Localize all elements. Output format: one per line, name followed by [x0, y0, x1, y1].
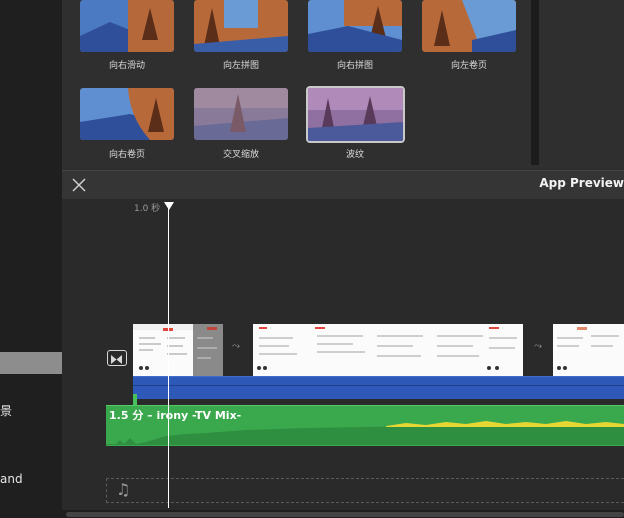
transition-thumb[interactable] [80, 0, 174, 52]
transition-marker[interactable]: ⤳ [232, 341, 240, 352]
close-icon[interactable] [72, 177, 86, 192]
playhead-time: 1.0 秒 [134, 204, 161, 214]
transition-thumb-selected[interactable] [306, 86, 405, 143]
transition-label: 向右拼图 [336, 61, 373, 71]
transition-thumb[interactable] [308, 0, 402, 52]
browser-scrollbar[interactable] [531, 0, 539, 165]
sidebar [0, 0, 62, 518]
transition-label: 向右卷页 [108, 150, 145, 160]
music-drop-zone[interactable] [106, 478, 624, 503]
transition-label: 向左拼图 [222, 61, 259, 71]
playhead-knob[interactable] [164, 202, 174, 210]
video-clip[interactable] [133, 324, 193, 376]
sidebar-item-label[interactable]: 景 [0, 402, 12, 419]
transition-thumb[interactable] [80, 88, 174, 140]
transition-thumb[interactable] [422, 0, 516, 52]
transition-label: 交叉缩放 [222, 150, 259, 160]
video-track-divider [133, 385, 624, 386]
transition-thumb[interactable] [194, 88, 288, 140]
video-clip[interactable] [253, 324, 523, 376]
sidebar-selected-item[interactable] [0, 352, 62, 374]
playhead[interactable] [168, 206, 169, 508]
transition-marker[interactable]: ⤳ [534, 341, 542, 352]
transition-label: 向右滑动 [108, 61, 145, 71]
transition-label: 波纹 [345, 150, 364, 160]
music-note-icon: ♫ [116, 480, 131, 499]
timeline-scroll-thumb[interactable] [66, 512, 624, 517]
video-track-bar[interactable] [133, 376, 624, 399]
video-clip[interactable] [553, 324, 624, 376]
transition-thumb[interactable] [194, 0, 288, 52]
sidebar-item-label[interactable]: and [0, 472, 23, 486]
transition-label: 向左卷页 [450, 61, 487, 71]
video-clip-dim[interactable] [193, 324, 223, 376]
project-title: App Preview [539, 176, 624, 190]
transition-icon[interactable] [107, 350, 127, 366]
audio-clip-title: 1.5 分 – irony -TV Mix- [109, 409, 242, 422]
